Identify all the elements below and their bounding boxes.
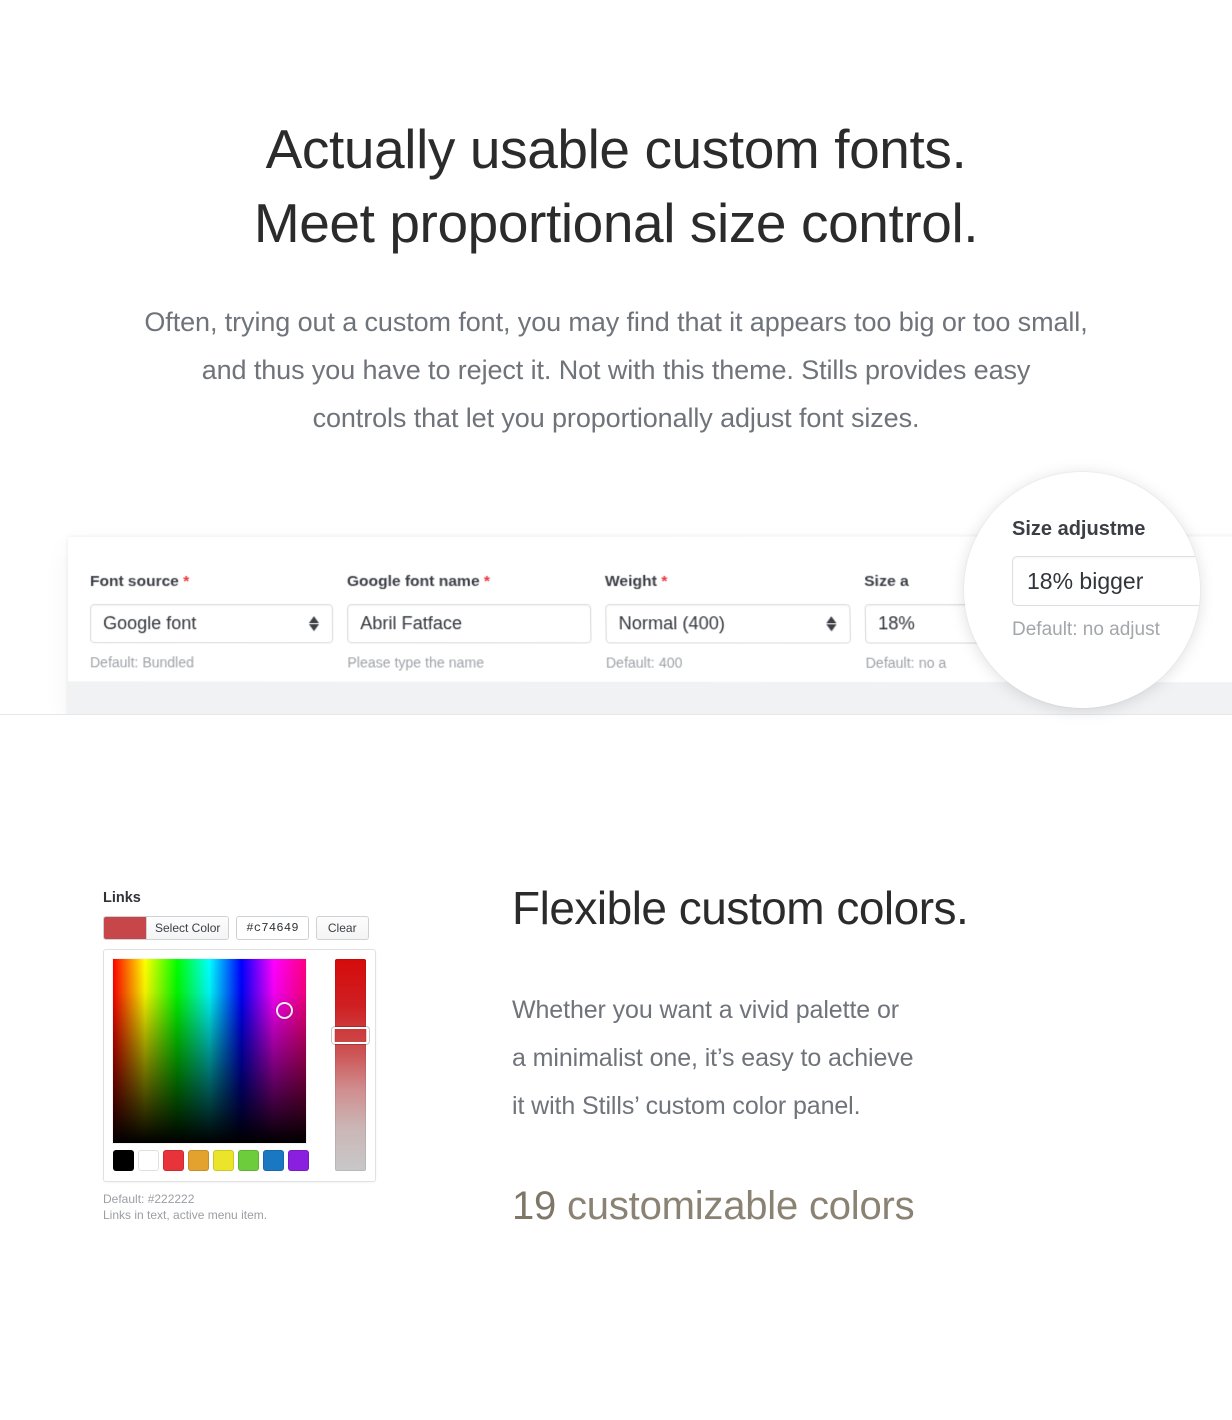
input-google-font-name-value: Abril Fatface [360, 613, 463, 634]
label-text: Google font name [346, 572, 480, 591]
input-google-font-name[interactable]: Abril Fatface [347, 604, 592, 644]
magnifier-callout: Size adjustme 18% bigger Default: no adj… [964, 472, 1200, 708]
label-text: Font source [90, 572, 179, 591]
color-picker-help-line-2: Links in text, active menu item. [103, 1208, 268, 1222]
magnifier-content: Size adjustme 18% bigger Default: no adj… [1012, 518, 1200, 641]
clear-button[interactable]: Clear [315, 916, 369, 940]
select-color-button[interactable]: Select Color [103, 916, 230, 940]
field-label-google-font-name: Google font name * [347, 573, 591, 591]
preset-swatch[interactable] [188, 1150, 209, 1171]
help-weight: Default: 400 [605, 654, 683, 671]
color-picker-help-line-1: Default: #222222 [103, 1192, 195, 1206]
custom-colors-heading: Flexible custom colors. [512, 882, 969, 934]
hex-input[interactable]: #c74649 [236, 916, 309, 940]
magnifier-help-text: Default: no adjust [1012, 619, 1160, 640]
color-picker-title: Links [103, 890, 141, 906]
field-google-font-name: Google font name * Abril Fatface Please … [347, 573, 592, 671]
page-title: Actually usable custom fonts. Meet propo… [0, 112, 1232, 260]
help-google-font-name: Please type the name [347, 654, 485, 671]
hue-slider-handle[interactable] [332, 1027, 369, 1044]
color-picker-popup [103, 949, 376, 1182]
customizable-colors-label: customizable colors [556, 1184, 915, 1228]
field-label-weight: Weight * [605, 573, 850, 591]
preset-swatch[interactable] [163, 1150, 184, 1171]
custom-colors-body: Whether you want a vivid palette or a mi… [512, 986, 1172, 1130]
required-marker: * [661, 572, 668, 591]
magnifier-field-label: Size adjustme [1012, 518, 1146, 540]
preset-swatch-row [113, 1150, 309, 1171]
preset-swatch[interactable] [238, 1150, 259, 1171]
field-font-source: Font source * Google font Default: Bundl… [90, 573, 334, 671]
clear-button-label: Clear [327, 921, 357, 935]
current-color-chip [104, 917, 146, 939]
select-size-adjustment-value: 18% [877, 613, 915, 634]
page-subtitle-line-1: Often, trying out a custom font, you may… [144, 307, 1088, 337]
select-weight-value: Normal (400) [618, 613, 726, 634]
magnifier-select-size-adjustment[interactable]: 18% bigger [1012, 556, 1200, 606]
section-divider [0, 714, 1232, 715]
select-font-source-value: Google font [103, 613, 197, 634]
field-label-font-source: Font source * [90, 573, 333, 591]
label-text: Weight [604, 572, 658, 591]
page-title-line-1: Actually usable custom fonts. [265, 118, 967, 180]
preset-swatch[interactable] [213, 1150, 234, 1171]
preset-swatch[interactable] [263, 1150, 284, 1171]
field-weight: Weight * Normal (400) Default: 400 [605, 573, 852, 671]
custom-colors-body-line-1: Whether you want a vivid palette or [512, 996, 899, 1024]
preset-swatch[interactable] [288, 1150, 309, 1171]
color-picker-screenshot: Links Select Color #c74649 Clear Default… [103, 890, 378, 1223]
custom-colors-text: Flexible custom colors. Whether you want… [512, 880, 1172, 1230]
customizable-colors-stat: 19 customizable colors [512, 1182, 1172, 1230]
page-subtitle: Often, trying out a custom font, you may… [16, 298, 1216, 442]
saturation-cursor-icon[interactable] [276, 1002, 293, 1019]
customizable-colors-count: 19 [512, 1184, 557, 1228]
custom-colors-body-line-3: it with Stills’ custom color panel. [512, 1092, 861, 1120]
required-marker: * [183, 572, 190, 591]
label-text: Size a [864, 572, 909, 591]
page-subtitle-line-2: and thus you have to reject it. Not with… [201, 355, 1031, 385]
help-font-source: Default: Bundled [90, 654, 195, 671]
required-marker: * [483, 572, 491, 591]
select-color-label: Select Color [146, 917, 229, 939]
color-picker-help: Default: #222222 Links in text, active m… [103, 1191, 378, 1223]
page-root: Actually usable custom fonts. Meet propo… [0, 0, 1232, 1420]
custom-colors-body-line-2: a minimalist one, it’s easy to achieve [512, 1044, 914, 1072]
page-title-line-2: Meet proportional size control. [253, 192, 979, 254]
magnifier-select-value: 18% bigger [1027, 567, 1144, 594]
color-picker-toolbar: Select Color #c74649 Clear [103, 916, 378, 940]
select-font-source[interactable]: Google font [90, 604, 334, 644]
hex-input-value: #c74649 [246, 921, 299, 935]
page-subtitle-line-3: controls that let you proportionally adj… [312, 403, 920, 433]
preset-swatch[interactable] [113, 1150, 134, 1171]
saturation-value-area[interactable] [113, 959, 306, 1143]
hue-slider[interactable] [332, 959, 369, 1171]
select-weight[interactable]: Normal (400) [605, 604, 852, 644]
preset-swatch[interactable] [138, 1150, 159, 1171]
